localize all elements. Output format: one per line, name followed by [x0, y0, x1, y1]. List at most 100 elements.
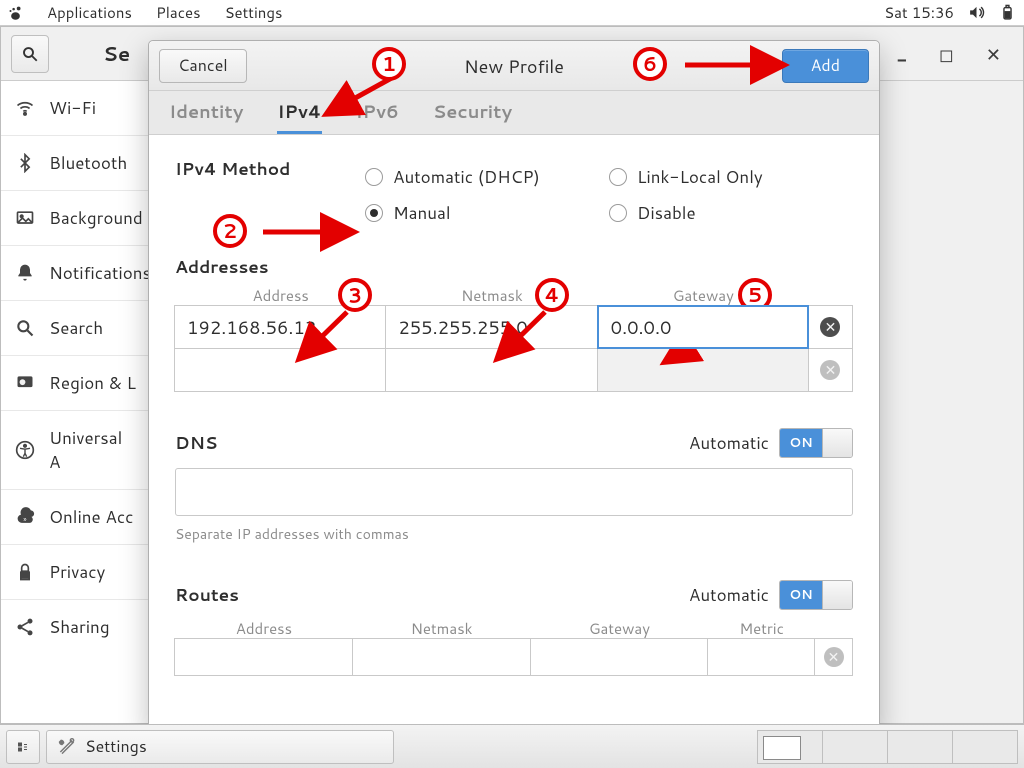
gateway-input[interactable]: 0.0.0.0 [597, 305, 809, 349]
cancel-button[interactable]: Cancel [159, 49, 247, 83]
col-gateway: Gateway [598, 285, 809, 306]
workspace-2[interactable] [822, 730, 888, 764]
sidebar-item-sharing[interactable]: Sharing [1, 599, 150, 654]
switch-knob [822, 429, 852, 457]
window-title: Se [103, 40, 130, 68]
workspace-switcher[interactable] [758, 730, 1018, 764]
search-icon [15, 318, 35, 338]
sidebar-item-bluetooth[interactable]: Bluetooth [1, 135, 150, 190]
sidebar-item-label: Search [49, 316, 103, 340]
method-linklocal[interactable]: Link-Local Only [609, 165, 853, 189]
delete-row-button[interactable]: ✕ [808, 348, 853, 392]
sidebar-item-region[interactable]: Region & L [1, 355, 150, 410]
battery-icon[interactable] [999, 4, 1016, 21]
netmask-input[interactable]: 255.255.255.0 [385, 305, 597, 349]
dns-automatic-switch[interactable]: ON [779, 428, 853, 458]
switch-label: ON [780, 581, 822, 609]
sidebar-item-label: Universal A [49, 426, 136, 474]
dns-automatic-label: Automatic [689, 431, 769, 455]
workspace-4[interactable] [952, 730, 1018, 764]
sidebar-item-search[interactable]: Search [1, 300, 150, 355]
workspace-3[interactable] [887, 730, 953, 764]
bluetooth-icon [15, 153, 35, 173]
taskbar-app-label: Settings [85, 735, 147, 758]
tab-identity[interactable]: Identity [169, 91, 243, 134]
add-button[interactable]: Add [782, 49, 869, 83]
sidebar-item-label: Region & L [49, 371, 136, 395]
taskbar-app-settings[interactable]: Settings [46, 730, 394, 764]
dialog-tabs: Identity IPv4 IPv6 Security [149, 91, 879, 135]
sidebar-item-online[interactable]: » Online Acc [1, 489, 150, 544]
region-icon [15, 373, 35, 393]
route-metric-input[interactable] [707, 638, 815, 676]
universal-access-icon [15, 440, 35, 460]
online-accounts-icon: » [15, 507, 35, 527]
menu-places[interactable]: Places [156, 2, 201, 23]
minimize-button[interactable]: _ [897, 41, 907, 67]
tab-ipv4[interactable]: IPv4 [277, 91, 321, 134]
dialog-title: New Profile [149, 53, 879, 79]
gnome-top-bar: Applications Places Settings Sat 15:36 [0, 0, 1024, 26]
delete-row-button[interactable]: ✕ [808, 305, 853, 349]
address-row: ✕ [175, 349, 853, 392]
route-row: ✕ [175, 639, 853, 676]
address-input[interactable] [174, 348, 386, 392]
bell-icon [15, 263, 35, 283]
method-label: Link-Local Only [637, 165, 763, 189]
background-icon [15, 208, 35, 228]
address-input[interactable]: 192.168.56.12 [174, 305, 386, 349]
route-address-input[interactable] [174, 638, 353, 676]
col-netmask: Netmask [353, 618, 531, 639]
col-metric: Metric [708, 618, 815, 639]
delete-row-button[interactable]: ✕ [814, 638, 853, 676]
menu-settings[interactable]: Settings [225, 2, 283, 23]
dns-input[interactable] [175, 468, 853, 516]
gnome-foot-icon [8, 5, 23, 20]
sidebar-item-label: Notifications [49, 261, 151, 285]
search-button[interactable] [11, 35, 49, 73]
maximize-button[interactable]: ◻ [939, 41, 954, 67]
col-gateway: Gateway [531, 618, 709, 639]
sidebar-item-notifications[interactable]: Notifications [1, 245, 150, 300]
new-profile-dialog: Cancel New Profile Add Identity IPv4 IPv… [148, 40, 880, 730]
sidebar-item-label: Sharing [49, 615, 110, 639]
sidebar-item-privacy[interactable]: Privacy [1, 544, 150, 599]
sidebar-item-label: Background [49, 206, 143, 230]
show-desktop-button[interactable] [6, 730, 40, 764]
routes-title: Routes [175, 583, 239, 607]
tab-security[interactable]: Security [433, 91, 512, 134]
method-label: Disable [637, 201, 696, 225]
dns-hint: Separate IP addresses with commas [175, 524, 853, 544]
sidebar-item-wifi[interactable]: Wi-Fi [1, 81, 150, 135]
sharing-icon [15, 617, 35, 637]
clock[interactable]: Sat 15:36 [884, 2, 954, 23]
method-label: Automatic (DHCP) [393, 165, 540, 189]
menu-applications[interactable]: Applications [47, 2, 132, 23]
address-row: 192.168.56.12 255.255.255.0 0.0.0.0 ✕ [175, 306, 853, 349]
dns-title: DNS [175, 431, 217, 455]
route-netmask-input[interactable] [352, 638, 531, 676]
wifi-icon [15, 98, 35, 118]
sidebar-item-label: Privacy [49, 560, 105, 584]
sidebar-item-label: Online Acc [49, 505, 133, 529]
gateway-input[interactable] [597, 348, 809, 392]
sidebar-item-label: Wi-Fi [49, 96, 96, 120]
workspace-1[interactable] [757, 730, 823, 764]
method-automatic[interactable]: Automatic (DHCP) [365, 165, 609, 189]
close-button[interactable]: ✕ [986, 41, 1001, 67]
volume-icon[interactable] [968, 4, 985, 21]
sidebar-item-universal[interactable]: Universal A [1, 410, 150, 489]
method-disable[interactable]: Disable [609, 201, 853, 225]
netmask-input[interactable] [385, 348, 597, 392]
ipv4-method-label: IPv4 Method [175, 157, 290, 181]
switch-knob [822, 581, 852, 609]
routes-automatic-switch[interactable]: ON [779, 580, 853, 610]
col-netmask: Netmask [386, 285, 597, 306]
addresses-title: Addresses [175, 255, 853, 279]
route-gateway-input[interactable] [530, 638, 709, 676]
method-manual[interactable]: Manual [365, 201, 609, 225]
delete-icon: ✕ [820, 360, 840, 380]
sidebar-item-background[interactable]: Background [1, 190, 150, 245]
tab-ipv6[interactable]: IPv6 [356, 91, 399, 134]
col-address: Address [175, 618, 353, 639]
